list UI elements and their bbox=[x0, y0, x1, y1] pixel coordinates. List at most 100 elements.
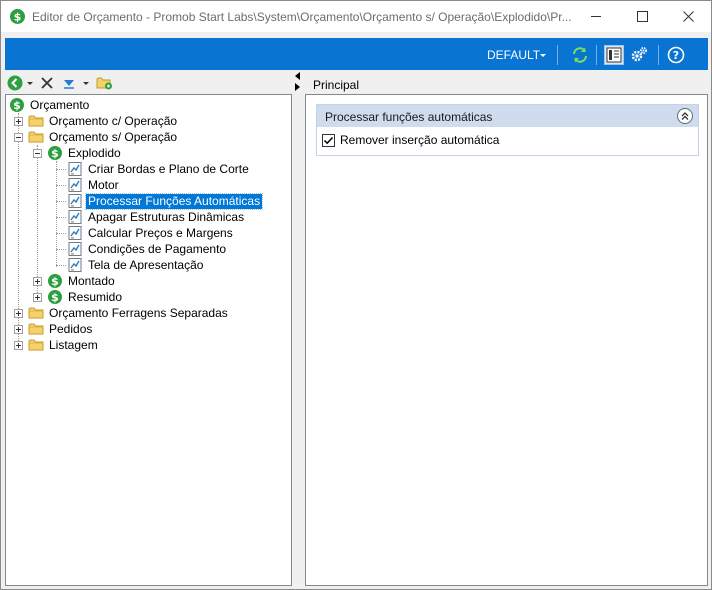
tree-item-apagar-estruturas[interactable]: Apagar Estruturas Dinâmicas bbox=[67, 209, 246, 225]
toolbar-separator bbox=[596, 45, 597, 65]
group-collapse-button[interactable] bbox=[677, 108, 693, 124]
expand-toggle[interactable] bbox=[33, 293, 42, 302]
splitter-toggle[interactable] bbox=[293, 71, 303, 93]
profile-dropdown[interactable]: DEFAULT bbox=[487, 48, 540, 62]
arrow-down-icon bbox=[64, 80, 74, 89]
delete-x-icon bbox=[41, 77, 53, 89]
maximize-button[interactable] bbox=[619, 1, 665, 32]
tree-item-label: Orçamento bbox=[30, 97, 90, 112]
money-icon bbox=[9, 97, 25, 113]
main-toolbar: DEFAULT ? bbox=[5, 38, 708, 70]
tree-toolbar bbox=[5, 73, 292, 93]
tree-item-resumido[interactable]: Resumido bbox=[47, 289, 124, 305]
toolbar-separator bbox=[557, 45, 558, 65]
delete-button[interactable] bbox=[39, 74, 55, 92]
group-header[interactable]: Processar funções automáticas bbox=[317, 105, 698, 127]
tree-item-orcamento-c-operacao[interactable]: Orçamento c/ Operação bbox=[28, 113, 179, 129]
collapse-toggle[interactable] bbox=[14, 133, 23, 142]
window-title: Editor de Orçamento - Promob Start Labs\… bbox=[32, 10, 572, 24]
money-icon bbox=[47, 145, 63, 161]
tree-item-label: Orçamento s/ Operação bbox=[49, 129, 178, 144]
tree-item-label: Criar Bordas e Plano de Corte bbox=[88, 161, 249, 176]
tree-item-label: Apagar Estruturas Dinâmicas bbox=[88, 209, 245, 224]
folder-refresh-icon bbox=[96, 77, 112, 90]
remove-auto-insert-checkbox[interactable] bbox=[322, 133, 335, 147]
tree-item-ferragens-separadas[interactable]: Orçamento Ferragens Separadas bbox=[28, 305, 230, 321]
back-dropdown[interactable] bbox=[26, 74, 34, 92]
tree-item-listagem[interactable]: Listagem bbox=[28, 337, 100, 353]
report-icon bbox=[67, 193, 83, 209]
expand-toggle[interactable] bbox=[33, 277, 42, 286]
tree-item-label-selected: Processar Funções Automáticas bbox=[84, 192, 264, 210]
help-icon: ? bbox=[667, 46, 685, 64]
tree-item-criar-bordas[interactable]: Criar Bordas e Plano de Corte bbox=[67, 161, 251, 177]
refresh-button[interactable] bbox=[570, 45, 590, 65]
tree-item-pedidos[interactable]: Pedidos bbox=[28, 321, 94, 337]
budget-tree: Orçamento Orçamento c/ Operação Orçament… bbox=[5, 94, 292, 586]
title-bar: $ Editor de Orçamento - Promob Start Lab… bbox=[1, 1, 711, 32]
report-icon bbox=[67, 257, 83, 273]
minimize-button[interactable] bbox=[573, 1, 619, 32]
folder-icon bbox=[28, 337, 44, 353]
svg-text:?: ? bbox=[673, 49, 679, 62]
tree-item-explodido[interactable]: Explodido bbox=[47, 145, 123, 161]
tree-item-motor[interactable]: Motor bbox=[67, 177, 121, 193]
help-button[interactable]: ? bbox=[666, 45, 686, 65]
tree-item-label: Explodido bbox=[68, 145, 121, 160]
tree-item-calcular-precos[interactable]: Calcular Preços e Margens bbox=[67, 225, 235, 241]
tree-item-montado[interactable]: Montado bbox=[47, 273, 117, 289]
folder-icon bbox=[28, 113, 44, 129]
settings-button[interactable] bbox=[629, 45, 649, 65]
checkmark-icon bbox=[323, 136, 334, 144]
tree-item-processar-funcoes[interactable]: Processar Funções Automáticas bbox=[67, 192, 264, 210]
close-icon bbox=[682, 11, 694, 22]
tree-item-label: Calcular Preços e Margens bbox=[88, 225, 233, 240]
group-title: Processar funções automáticas bbox=[325, 110, 493, 124]
tree-item-label: Orçamento Ferragens Separadas bbox=[49, 305, 228, 320]
gear-icon bbox=[631, 47, 647, 62]
tree-item-orcamento-s-operacao[interactable]: Orçamento s/ Operação bbox=[28, 129, 179, 145]
tree-item-tela-apresentacao[interactable]: Tela de Apresentação bbox=[67, 257, 205, 273]
chevron-down-icon bbox=[83, 81, 89, 85]
new-folder-button[interactable] bbox=[95, 74, 113, 92]
money-icon bbox=[47, 289, 63, 305]
expand-toggle[interactable] bbox=[14, 309, 23, 318]
properties-panel: Processar funções automáticas Remover in… bbox=[305, 94, 708, 586]
close-button[interactable] bbox=[665, 1, 711, 32]
chevron-down-icon bbox=[27, 81, 33, 85]
collapse-toggle[interactable] bbox=[33, 149, 42, 158]
tree-item-label: Montado bbox=[68, 273, 115, 288]
maximize-icon bbox=[636, 11, 648, 22]
tree-item-label: Listagem bbox=[49, 337, 98, 352]
collapse-arrows-icon bbox=[295, 72, 300, 91]
profile-dropdown-caret-icon[interactable] bbox=[540, 54, 546, 57]
expand-toggle[interactable] bbox=[14, 341, 23, 350]
svg-text:$: $ bbox=[14, 11, 22, 24]
folder-icon bbox=[28, 305, 44, 321]
tree-item-label: Condições de Pagamento bbox=[88, 241, 227, 256]
tree-item-label: Pedidos bbox=[49, 321, 93, 336]
auto-functions-group: Processar funções automáticas Remover in… bbox=[316, 104, 699, 156]
toolbar-separator bbox=[658, 45, 659, 65]
back-arrow-icon bbox=[7, 75, 23, 91]
move-dropdown[interactable] bbox=[82, 74, 90, 92]
remove-auto-insert-option[interactable]: Remover inserção automática bbox=[322, 132, 499, 148]
tree-view-button[interactable] bbox=[604, 45, 624, 65]
expand-toggle[interactable] bbox=[14, 117, 23, 126]
tree-item-label: Motor bbox=[88, 177, 119, 192]
report-icon bbox=[67, 209, 83, 225]
report-icon bbox=[67, 177, 83, 193]
tree-item-orcamento[interactable]: Orçamento bbox=[9, 97, 91, 113]
expand-toggle[interactable] bbox=[14, 325, 23, 334]
move-down-button[interactable] bbox=[61, 74, 77, 92]
section-title: Principal bbox=[313, 78, 360, 92]
tree-item-label: Orçamento c/ Operação bbox=[49, 113, 178, 128]
back-button[interactable] bbox=[6, 74, 24, 92]
folder-icon bbox=[28, 321, 44, 337]
properties-header: Principal bbox=[305, 73, 708, 93]
minimize-icon bbox=[590, 16, 601, 17]
report-icon bbox=[67, 161, 83, 177]
tree-item-condicoes-pagamento[interactable]: Condições de Pagamento bbox=[67, 241, 228, 257]
editor-window: $ Editor de Orçamento - Promob Start Lab… bbox=[0, 0, 712, 590]
tree-item-label: Resumido bbox=[68, 289, 123, 304]
